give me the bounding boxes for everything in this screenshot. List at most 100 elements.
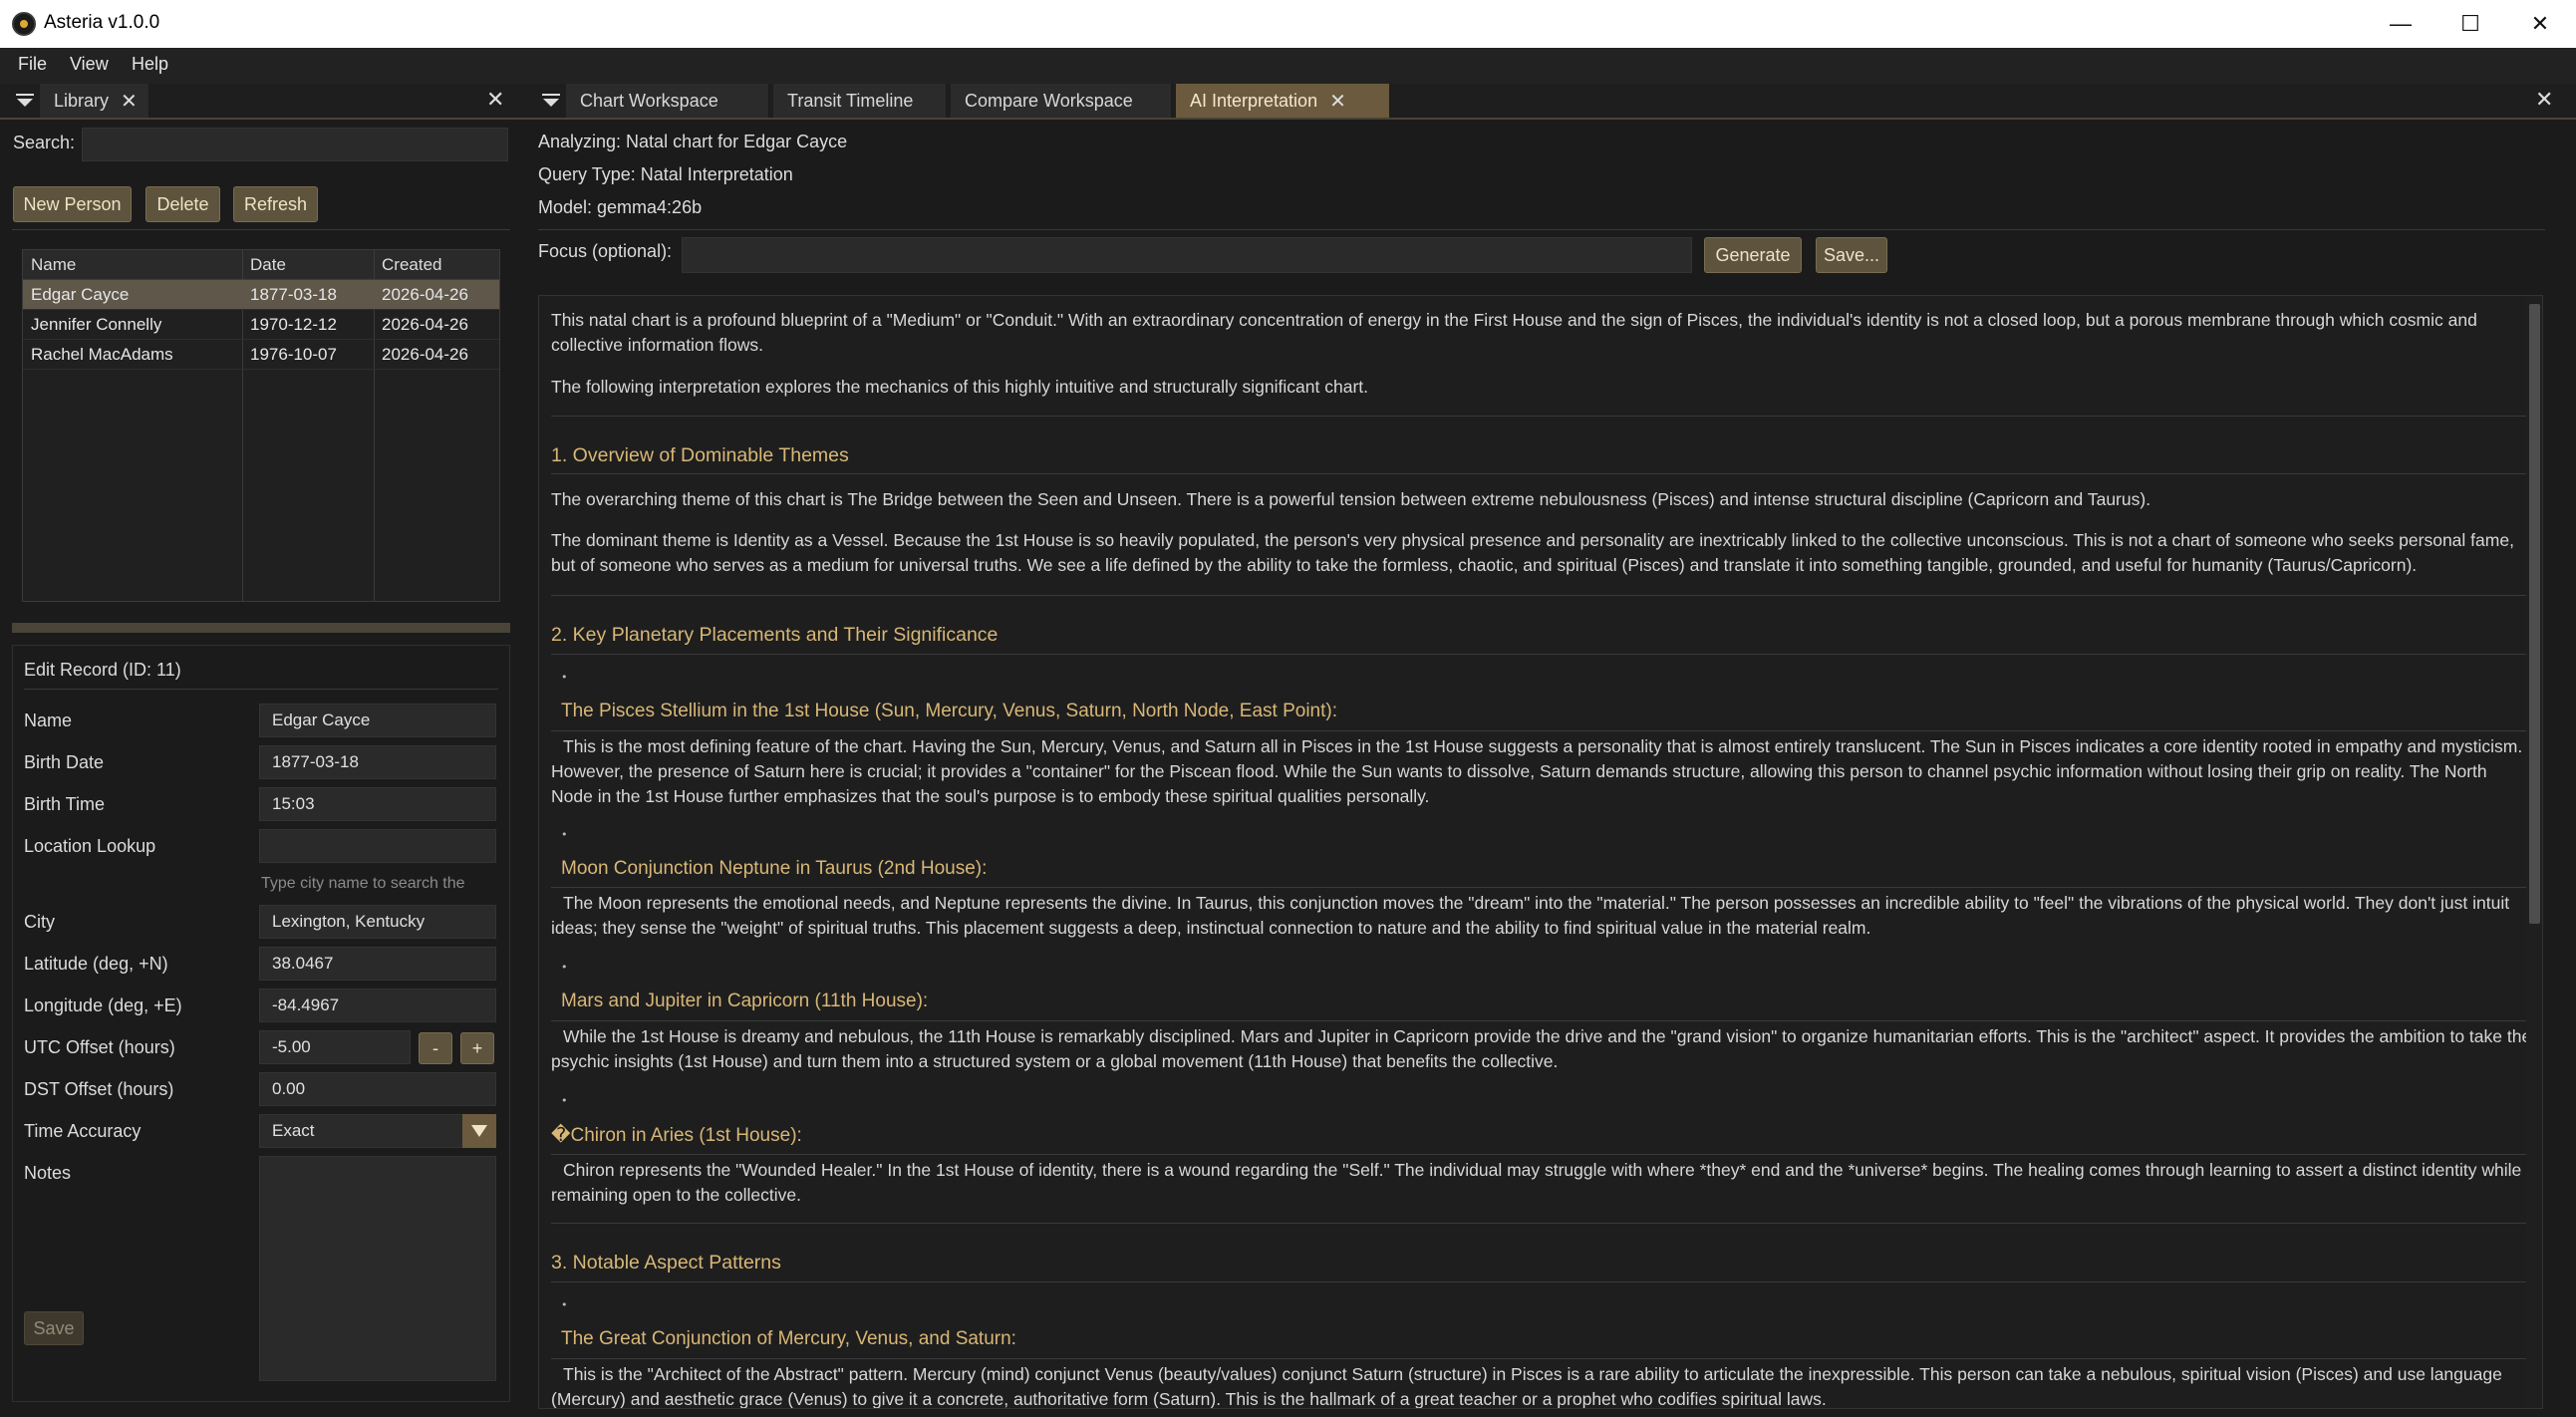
- generate-button[interactable]: Generate: [1704, 237, 1802, 273]
- notes-field[interactable]: [259, 1156, 496, 1381]
- model-text: Model: gemma4:26b: [538, 197, 703, 217]
- bullet-icon: •: [561, 671, 568, 684]
- divider: [538, 229, 2545, 230]
- search-label: Search:: [13, 133, 76, 152]
- cell-date: 1970-12-12: [250, 314, 337, 334]
- cell-date: 1976-10-07: [250, 344, 337, 364]
- tab-compare-workspace[interactable]: Compare Workspace: [951, 84, 1172, 118]
- birth-time-field[interactable]: 15:03: [259, 787, 496, 821]
- table-row[interactable]: Rachel MacAdams 1976-10-07 2026-04-26: [23, 340, 499, 370]
- close-window-button[interactable]: ✕: [2505, 0, 2575, 48]
- tab-ai-interpretation[interactable]: AI Interpretation ✕: [1176, 84, 1389, 118]
- birth-time-label: Birth Time: [24, 794, 106, 814]
- menu-view[interactable]: View: [70, 54, 109, 75]
- section-divider: [551, 595, 2532, 596]
- close-icon[interactable]: ✕: [121, 89, 138, 114]
- divider: [24, 689, 498, 690]
- bullet-icon: •: [561, 1298, 568, 1311]
- section-paragraph: The overarching theme of this chart is T…: [551, 489, 2151, 509]
- section-paragraph: The dominant theme is Identity as a Vess…: [551, 530, 2514, 575]
- scrollbar-thumb[interactable]: [2529, 304, 2540, 924]
- subsection-heading: �Chiron in Aries (1st House):: [551, 1125, 802, 1146]
- column-header-name[interactable]: Name: [23, 250, 242, 280]
- workspace-tab-bar: Chart Workspace Transit Timeline Compare…: [526, 84, 2576, 120]
- cell-date: 1877-03-18: [250, 284, 337, 304]
- cell-created: 2026-04-26: [382, 314, 468, 334]
- close-dock-icon[interactable]: ✕: [2535, 88, 2553, 113]
- time-accuracy-select[interactable]: Exact: [259, 1114, 496, 1148]
- column-header-created[interactable]: Created: [374, 250, 499, 280]
- analyzing-text: Analyzing: Natal chart for Edgar Cayce: [538, 132, 848, 151]
- location-lookup-hint: Type city name to search the: [261, 875, 465, 892]
- section-divider: [551, 473, 2532, 474]
- name-label: Name: [24, 710, 73, 730]
- dock-menu-icon[interactable]: [16, 94, 34, 108]
- search-input[interactable]: [82, 128, 508, 161]
- minimize-button[interactable]: —: [2366, 0, 2435, 48]
- time-accuracy-label: Time Accuracy: [24, 1121, 142, 1141]
- library-dock-header: Library ✕ ✕: [0, 84, 526, 120]
- interpretation-text-area[interactable]: This natal chart is a profound blueprint…: [538, 295, 2543, 1409]
- utc-offset-field[interactable]: -5.00: [259, 1030, 411, 1064]
- tab-library[interactable]: Library ✕: [40, 84, 149, 118]
- section-divider: [551, 1154, 2532, 1155]
- new-person-button[interactable]: New Person: [13, 186, 132, 222]
- table-row[interactable]: Jennifer Connelly 1970-12-12 2026-04-26: [23, 310, 499, 340]
- divider: [12, 229, 510, 230]
- save-record-button[interactable]: Save: [24, 1311, 84, 1345]
- window-title: Asteria v1.0.0: [44, 12, 160, 33]
- library-dock: Library ✕ ✕ Search: New Person Delete Re…: [0, 84, 528, 1417]
- title-bar: Asteria v1.0.0 — ☐ ✕: [0, 0, 2576, 48]
- subsection-heading: The Great Conjunction of Mercury, Venus,…: [561, 1328, 1016, 1349]
- latitude-label: Latitude (deg, +N): [24, 954, 168, 974]
- save-interpretation-button[interactable]: Save...: [1816, 237, 1887, 273]
- section-divider: [551, 1281, 2532, 1282]
- chevron-down-icon[interactable]: [462, 1114, 496, 1148]
- panel-splitter[interactable]: [12, 623, 510, 633]
- section-heading: 3. Notable Aspect Patterns: [551, 1252, 781, 1274]
- cell-name: Jennifer Connelly: [31, 314, 162, 334]
- section-divider: [551, 887, 2532, 888]
- cell-name: Rachel MacAdams: [31, 344, 173, 364]
- close-dock-icon[interactable]: ✕: [486, 88, 504, 113]
- table-row[interactable]: Edgar Cayce 1877-03-18 2026-04-26: [23, 280, 499, 310]
- section-heading: 2. Key Planetary Placements and Their Si…: [551, 624, 999, 646]
- column-header-date[interactable]: Date: [242, 250, 374, 280]
- app-logo-icon: [12, 12, 36, 36]
- subsection-paragraph: The Moon represents the emotional needs,…: [551, 893, 2510, 938]
- section-divider: [551, 730, 2532, 731]
- tab-transit-timeline[interactable]: Transit Timeline: [773, 84, 947, 118]
- focus-input[interactable]: [682, 237, 1692, 273]
- city-label: City: [24, 912, 55, 932]
- tab-chart-workspace[interactable]: Chart Workspace: [566, 84, 769, 118]
- dst-offset-field[interactable]: 0.00: [259, 1072, 496, 1106]
- subsection-heading: The Pisces Stellium in the 1st House (Su…: [561, 701, 1337, 721]
- longitude-field[interactable]: -84.4967: [259, 989, 496, 1022]
- bullet-icon: •: [561, 961, 568, 974]
- birth-date-field[interactable]: 1877-03-18: [259, 745, 496, 779]
- delete-button[interactable]: Delete: [145, 186, 220, 222]
- close-icon[interactable]: ✕: [1329, 89, 1346, 114]
- dock-menu-icon[interactable]: [542, 94, 560, 108]
- latitude-field[interactable]: 38.0467: [259, 947, 496, 981]
- tab-ai-interpretation-label: AI Interpretation: [1190, 90, 1318, 111]
- section-heading: 1. Overview of Dominable Themes: [551, 444, 849, 466]
- birth-date-label: Birth Date: [24, 752, 105, 772]
- city-field[interactable]: Lexington, Kentucky: [259, 905, 496, 939]
- maximize-button[interactable]: ☐: [2435, 0, 2505, 48]
- menu-help[interactable]: Help: [132, 54, 168, 75]
- subsection-paragraph: This is the most defining feature of the…: [551, 736, 2523, 806]
- subsection-paragraph: This is the "Architect of the Abstract" …: [551, 1364, 2502, 1409]
- subsection-heading: Mars and Jupiter in Capricorn (11th Hous…: [561, 991, 929, 1011]
- location-lookup-field[interactable]: [259, 829, 496, 863]
- subsection-paragraph: While the 1st House is dreamy and nebulo…: [551, 1026, 2532, 1071]
- refresh-button[interactable]: Refresh: [233, 186, 318, 222]
- menu-file[interactable]: File: [18, 54, 47, 75]
- utc-increment-button[interactable]: +: [460, 1032, 494, 1064]
- menu-bar: File View Help: [0, 48, 2576, 84]
- bullet-icon: •: [561, 828, 568, 841]
- library-table[interactable]: Name Date Created Edgar Cayce 1877-03-18…: [22, 249, 500, 602]
- utc-decrement-button[interactable]: -: [419, 1032, 452, 1064]
- name-field[interactable]: Edgar Cayce: [259, 704, 496, 737]
- time-accuracy-value: Exact: [272, 1121, 315, 1140]
